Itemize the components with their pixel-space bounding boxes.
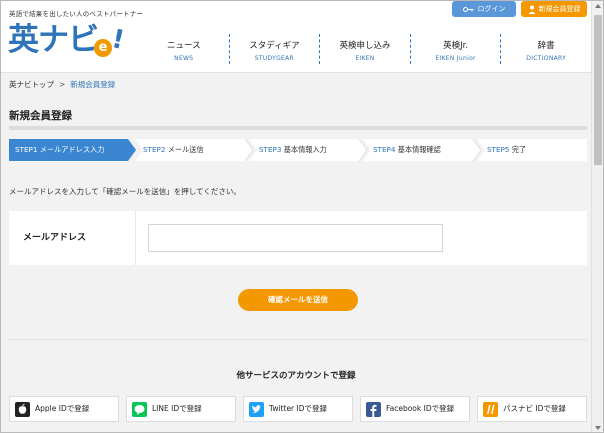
page: 英語で結果を出したい人のベストパートナー 英ナビ e ! ログイン 新規会員登録… bbox=[1, 1, 591, 432]
step-label: STEP4 基本情報確認 bbox=[363, 145, 441, 154]
step-1: STEP1 メールアドレス入力 bbox=[9, 139, 137, 161]
nav-label: 英検申し込み bbox=[339, 41, 391, 51]
social-login-list: Apple IDで登録 LINE IDで登録 Twitter IDで登録 Fac… bbox=[9, 396, 587, 424]
step-name: 基本情報確認 bbox=[397, 145, 441, 154]
step-number: STEP3 bbox=[259, 145, 282, 154]
breadcrumb-home-link[interactable]: 英ナビトップ bbox=[9, 80, 54, 89]
email-label: メールアドレス bbox=[9, 211, 136, 265]
line-icon bbox=[132, 402, 147, 417]
step-name: メールアドレス入力 bbox=[39, 145, 105, 154]
step-number: STEP5 bbox=[487, 145, 510, 154]
section-divider bbox=[9, 339, 587, 340]
breadcrumb-current[interactable]: 新規会員登録 bbox=[70, 80, 115, 89]
nav-sublabel: DICTIONARY bbox=[526, 55, 567, 62]
login-button[interactable]: ログイン bbox=[452, 1, 516, 17]
scroll-up-arrow-icon[interactable] bbox=[595, 4, 601, 8]
step-label: STEP2 メール送信 bbox=[135, 145, 204, 154]
key-icon bbox=[462, 6, 473, 12]
site-header: 英語で結果を出したい人のベストパートナー 英ナビ e ! ログイン 新規会員登録… bbox=[1, 1, 591, 73]
main-nav: ニュース NEWS スタディギア STUDYGEAR 英検申し込み EIKEN … bbox=[139, 34, 591, 68]
breadcrumb: 英ナビトップ > 新規会員登録 bbox=[9, 79, 115, 90]
login-label: ログイン bbox=[477, 5, 506, 13]
facebook-register-button[interactable]: Facebook IDで登録 bbox=[360, 396, 470, 422]
social-label: Facebook IDで登録 bbox=[386, 404, 455, 413]
step-name: メール送信 bbox=[167, 145, 204, 154]
nav-sublabel: EIKEN bbox=[355, 55, 375, 62]
user-icon bbox=[528, 5, 535, 14]
social-label: LINE IDで登録 bbox=[152, 404, 202, 413]
step-number: STEP2 bbox=[143, 145, 166, 154]
other-services-title: 他サービスのアカウントで登録 bbox=[236, 371, 356, 381]
step-number: STEP4 bbox=[373, 145, 396, 154]
pasunavi-register-button[interactable]: パスナビ IDで登録 bbox=[477, 396, 587, 422]
step-5: STEP5 完了 bbox=[477, 139, 587, 161]
pasunavi-icon bbox=[483, 402, 498, 417]
breadcrumb-separator: > bbox=[59, 80, 66, 89]
step-label: STEP1 メールアドレス入力 bbox=[9, 145, 104, 154]
step-number: STEP1 bbox=[15, 145, 38, 154]
step-2: STEP2 メール送信 bbox=[135, 139, 255, 161]
twitter-register-button[interactable]: Twitter IDで登録 bbox=[243, 396, 353, 422]
logo-exclamation: ! bbox=[109, 24, 127, 56]
nav-item-eiken-junior[interactable]: 英検Jr. EIKEN Junior bbox=[409, 34, 501, 64]
register-button[interactable]: 新規会員登録 bbox=[521, 1, 587, 17]
site-logo[interactable]: 英ナビ e ! bbox=[8, 19, 136, 61]
browser-viewport: 英語で結果を出したい人のベストパートナー 英ナビ e ! ログイン 新規会員登録… bbox=[0, 0, 604, 433]
nav-item-dictionary[interactable]: 辞書 DICTIONARY bbox=[500, 34, 591, 64]
nav-sublabel: EIKEN Junior bbox=[435, 55, 476, 62]
social-label: パスナビ IDで登録 bbox=[503, 404, 566, 413]
line-register-button[interactable]: LINE IDで登録 bbox=[126, 396, 236, 422]
scroll-down-arrow-icon[interactable] bbox=[595, 426, 601, 430]
nav-item-eiken[interactable]: 英検申し込み EIKEN bbox=[319, 34, 410, 64]
nav-item-news[interactable]: ニュース NEWS bbox=[139, 34, 229, 64]
nav-label: スタディギア bbox=[249, 41, 300, 51]
social-label: Apple IDで登録 bbox=[35, 404, 90, 413]
facebook-icon bbox=[366, 402, 381, 417]
step-label: STEP3 基本情報入力 bbox=[249, 145, 327, 154]
vertical-scrollbar[interactable] bbox=[591, 1, 603, 432]
header-divider bbox=[1, 72, 591, 73]
nav-sublabel: STUDYGEAR bbox=[254, 55, 295, 62]
step-progress: STEP1 メールアドレス入力 STEP2 メール送信 STEP3 基本情報入力… bbox=[9, 139, 587, 161]
logo-text: 英ナビ bbox=[8, 22, 99, 58]
email-field[interactable] bbox=[148, 224, 443, 252]
nav-sublabel: NEWS bbox=[174, 55, 194, 62]
social-label: Twitter IDで登録 bbox=[269, 404, 328, 413]
site-tagline: 英語で結果を出したい人のベストパートナー bbox=[9, 10, 144, 18]
step-label: STEP5 完了 bbox=[477, 145, 526, 154]
title-underline bbox=[9, 126, 587, 130]
page-title: 新規会員登録 bbox=[9, 110, 72, 122]
step-4: STEP4 基本情報確認 bbox=[363, 139, 483, 161]
nav-label: 辞書 bbox=[537, 41, 555, 51]
nav-item-studygear[interactable]: スタディギア STUDYGEAR bbox=[228, 34, 320, 64]
step-name: 基本情報入力 bbox=[283, 145, 327, 154]
email-form-row: メールアドレス bbox=[9, 211, 587, 265]
nav-label: ニュース bbox=[167, 41, 201, 51]
scroll-thumb[interactable] bbox=[594, 15, 602, 165]
register-label: 新規会員登録 bbox=[538, 5, 581, 13]
apple-register-button[interactable]: Apple IDで登録 bbox=[9, 396, 119, 422]
nav-label: 英検Jr. bbox=[443, 41, 469, 51]
apple-icon bbox=[15, 402, 30, 417]
twitter-icon bbox=[249, 402, 264, 417]
step-3: STEP3 基本情報入力 bbox=[249, 139, 369, 161]
step-name: 完了 bbox=[511, 145, 527, 154]
instruction-text: メールアドレスを入力して「確認メールを送信」を押してください。 bbox=[9, 187, 241, 196]
send-confirmation-button[interactable]: 確認メールを送信 bbox=[238, 289, 358, 311]
